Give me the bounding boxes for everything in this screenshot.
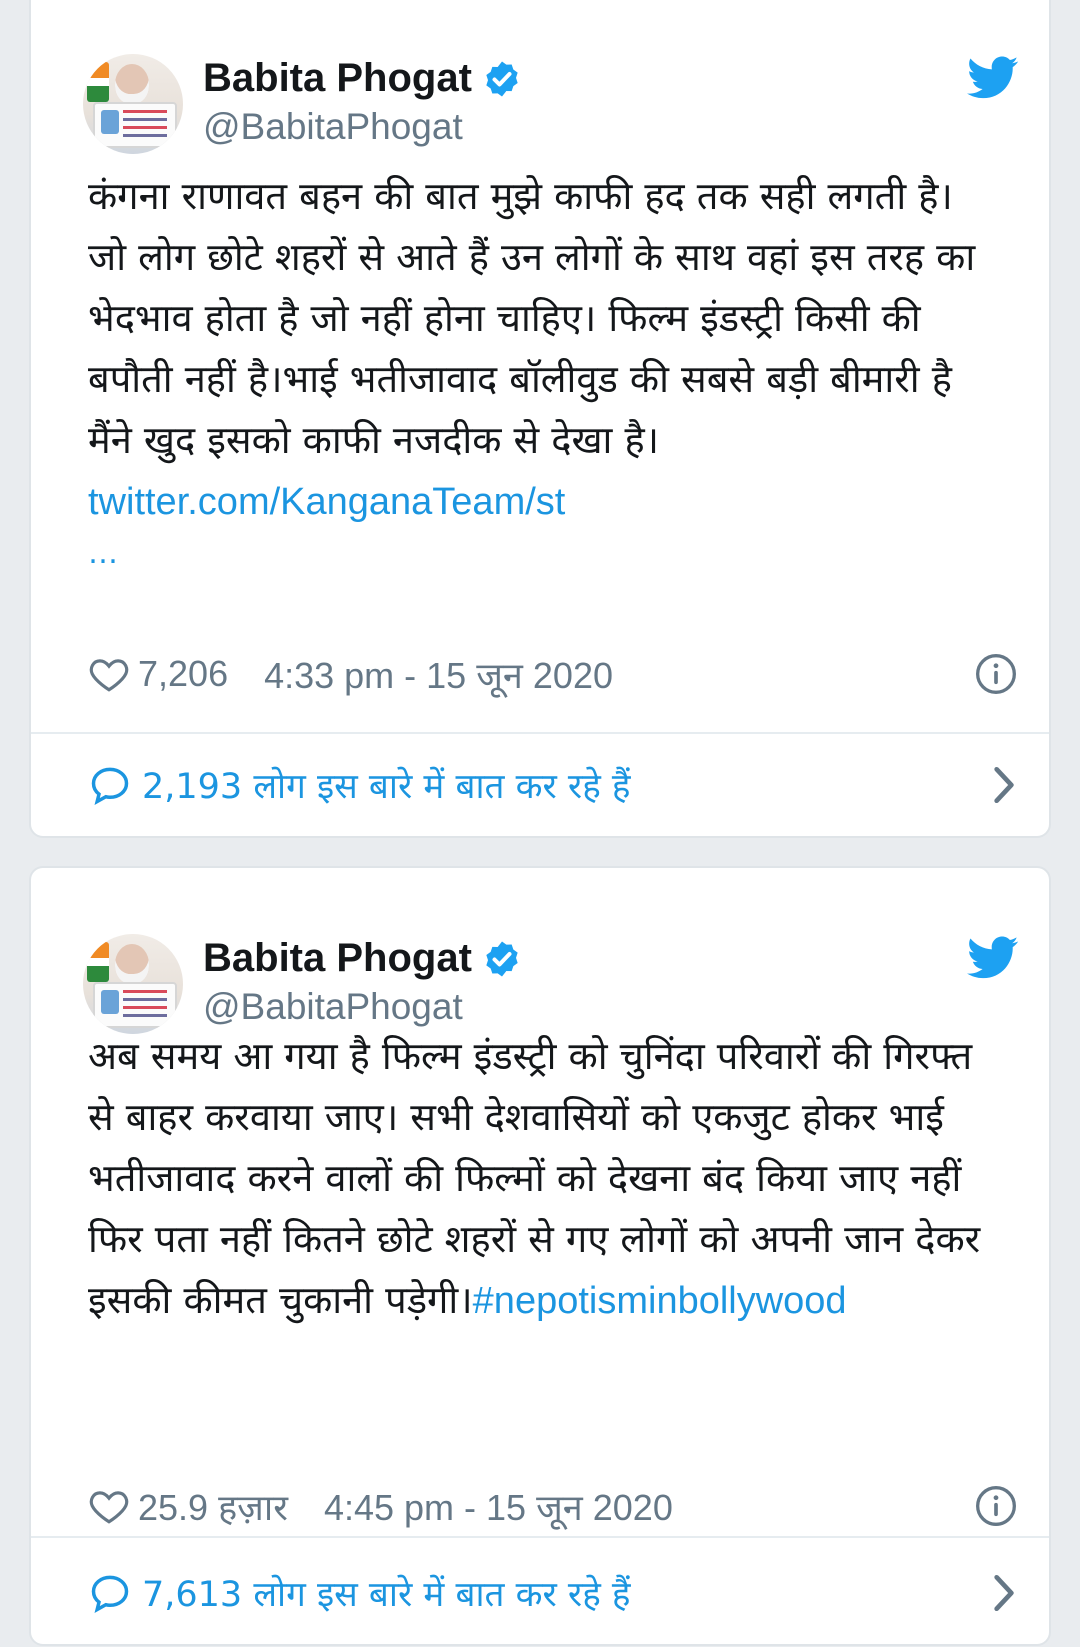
tweet-author[interactable]: Babita Phogat @BabitaPhogat bbox=[83, 934, 1023, 1034]
tweet-text: अब समय आ गया है फिल्म इंडस्ट्री को चुनिं… bbox=[88, 1026, 988, 1332]
chevron-right-icon[interactable] bbox=[990, 764, 1018, 806]
tweet-meta: 7,206 4:33 pm - 15 जून 2020 bbox=[88, 644, 1018, 704]
speech-bubble-icon bbox=[91, 767, 129, 805]
divider bbox=[31, 1536, 1049, 1538]
tweet-link[interactable]: twitter.com/KanganaTeam/st bbox=[88, 481, 565, 523]
divider bbox=[31, 732, 1049, 734]
twitter-bird-icon[interactable] bbox=[967, 56, 1019, 100]
info-icon[interactable] bbox=[974, 1484, 1018, 1528]
tweet-meta: 25.9 हज़ार 4:45 pm - 15 जून 2020 bbox=[88, 1476, 1018, 1536]
twitter-bird-icon[interactable] bbox=[967, 936, 1019, 980]
like-count[interactable]: 7,206 bbox=[138, 653, 228, 695]
chevron-right-icon[interactable] bbox=[990, 1572, 1018, 1614]
heart-icon[interactable] bbox=[88, 1485, 130, 1527]
tweet-card[interactable]: Babita Phogat @BabitaPhogat कंगना राणावत… bbox=[29, 0, 1051, 838]
author-name[interactable]: Babita Phogat bbox=[203, 936, 472, 981]
tweet-body: कंगना राणावत बहन की बात मुझे काफी हद तक … bbox=[88, 174, 988, 462]
verified-badge-icon bbox=[486, 61, 518, 96]
conversation-count[interactable]: 7,613 लोग इस बारे में बात कर रहे हैं bbox=[142, 1570, 631, 1617]
author-name[interactable]: Babita Phogat bbox=[203, 56, 472, 101]
avatar[interactable] bbox=[83, 934, 183, 1034]
verified-badge-icon bbox=[486, 941, 518, 976]
avatar[interactable] bbox=[83, 54, 183, 154]
tweet-text: कंगना राणावत बहन की बात मुझे काफी हद तक … bbox=[88, 166, 988, 575]
tweet-ellipsis[interactable]: … bbox=[88, 533, 988, 575]
author-handle[interactable]: @BabitaPhogat bbox=[203, 986, 463, 1028]
conversation-count[interactable]: 2,193 लोग इस बारे में बात कर रहे हैं bbox=[142, 762, 631, 809]
author-handle[interactable]: @BabitaPhogat bbox=[203, 106, 463, 148]
heart-icon[interactable] bbox=[88, 653, 130, 695]
tweet-timestamp[interactable]: 4:45 pm - 15 जून 2020 bbox=[324, 1482, 673, 1531]
info-icon[interactable] bbox=[974, 652, 1018, 696]
tweet-body: अब समय आ गया है फिल्म इंडस्ट्री को चुनिं… bbox=[88, 1034, 993, 1322]
hashtag-link[interactable]: #nepotisminbollywood bbox=[473, 1280, 847, 1322]
like-count[interactable]: 25.9 हज़ार bbox=[138, 1482, 288, 1531]
conversation-link[interactable]: 2,193 लोग इस बारे में बात कर रहे हैं bbox=[88, 750, 1018, 820]
conversation-link[interactable]: 7,613 लोग इस बारे में बात कर रहे हैं bbox=[88, 1558, 1018, 1628]
tweet-timestamp[interactable]: 4:33 pm - 15 जून 2020 bbox=[264, 650, 613, 699]
tweet-author[interactable]: Babita Phogat @BabitaPhogat bbox=[83, 54, 1023, 154]
speech-bubble-icon bbox=[91, 1575, 129, 1613]
tweet-card[interactable]: Babita Phogat @BabitaPhogat अब समय आ गया… bbox=[29, 866, 1051, 1646]
